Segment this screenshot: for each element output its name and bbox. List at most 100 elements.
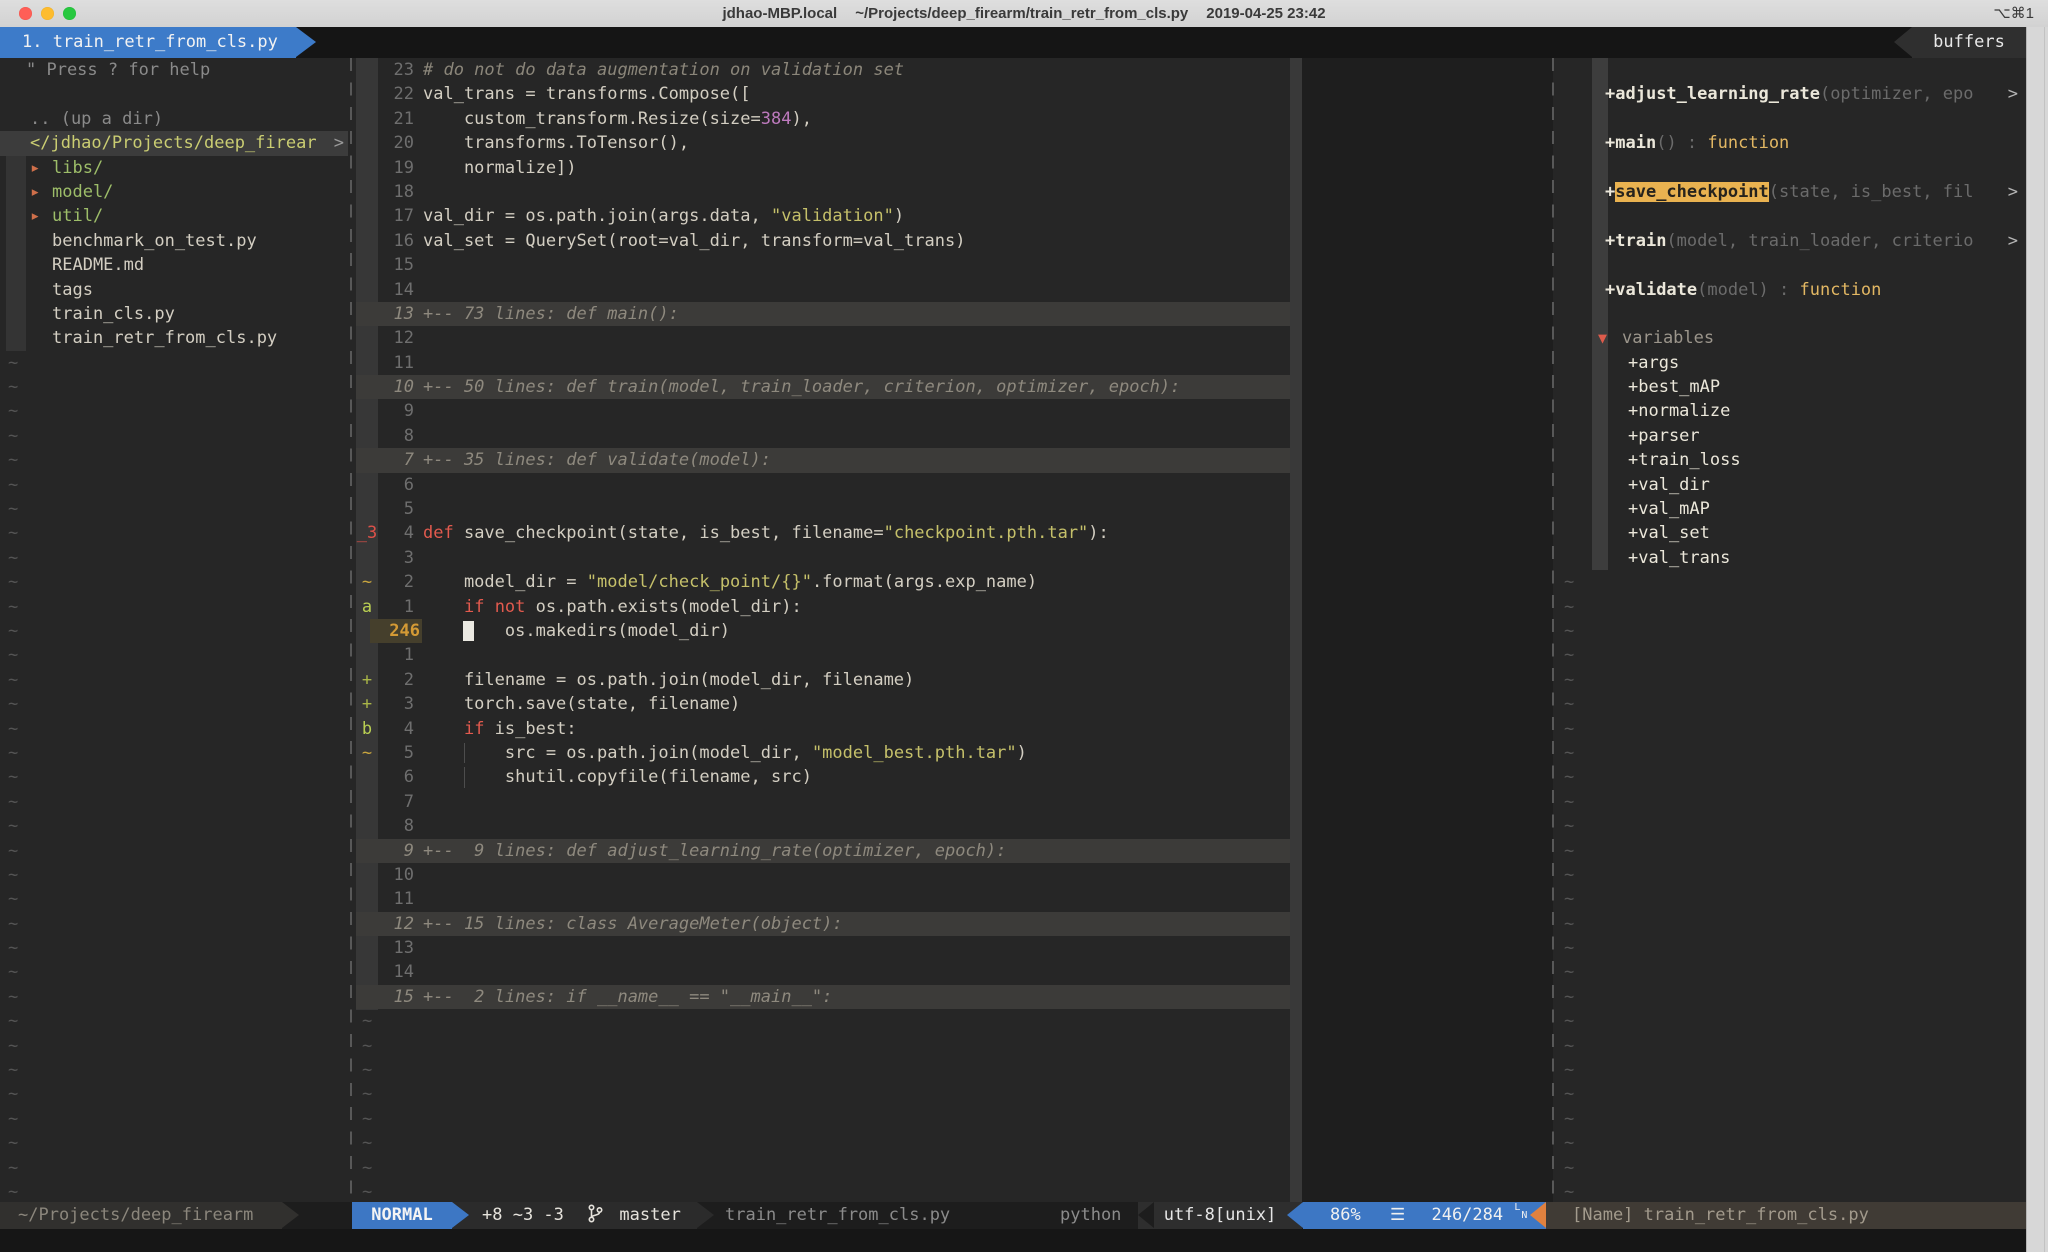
window-separator-left[interactable] — [350, 58, 352, 1203]
tree-root-path[interactable]: </jdhao/Projects/deep_firear> — [0, 131, 348, 155]
tag-variable-args[interactable]: +args — [1558, 351, 2026, 375]
command-line[interactable] — [0, 1229, 2048, 1252]
blank-line[interactable]: 10 — [356, 863, 1553, 887]
tag-function-train[interactable]: +train(model, train_loader, criterio> — [1558, 229, 2026, 253]
fold-line[interactable]: 15+-- 2 lines: if __name__ == "__main__"… — [356, 985, 1553, 1009]
tag-variable-normalize[interactable]: +normalize — [1558, 399, 2026, 423]
buffers-label: buffers — [1912, 27, 2026, 58]
blank-line[interactable]: 12 — [356, 326, 1553, 350]
blank-line[interactable]: 6 — [356, 473, 1553, 497]
blank-line[interactable]: 15 — [356, 253, 1553, 277]
encoding-indicator: utf-8[unix] — [1138, 1202, 1302, 1229]
dir-closed-arrow-icon: ▸ — [30, 180, 40, 204]
tree-file-train_retr_from_clspy[interactable]: train_retr_from_cls.py — [0, 326, 348, 350]
blank-line[interactable]: 9 — [356, 399, 1553, 423]
code-line[interactable]: 20 transforms.ToTensor(), — [356, 131, 1553, 155]
tree-file-train_clspy[interactable]: train_cls.py — [0, 302, 348, 326]
fold-line[interactable]: 12+-- 15 lines: class AverageMeter(objec… — [356, 912, 1553, 936]
window-separator-right[interactable] — [1552, 58, 1554, 1203]
blank-line[interactable]: 1 — [356, 643, 1553, 667]
line-number: 13 — [378, 936, 414, 960]
git-branch-name: master — [619, 1205, 680, 1225]
tagbar-section-label: variables — [1622, 326, 1714, 350]
scrollbar-track[interactable] — [2026, 27, 2048, 1252]
blank-line[interactable]: 14 — [356, 960, 1553, 984]
tree-dir-libs[interactable]: ▸libs/ — [0, 156, 348, 180]
dir-closed-arrow-icon: ▸ — [30, 204, 40, 228]
fold-line[interactable]: 13+-- 73 lines: def main(): — [356, 302, 1553, 326]
powerline-arrow — [452, 1202, 469, 1228]
tree-dir-label: model/ — [52, 180, 113, 204]
blank-line[interactable]: 18 — [356, 180, 1553, 204]
code-text: custom_transform.Resize(size=384), — [423, 107, 812, 131]
tree-empty-line: ~ — [0, 351, 348, 375]
code-line[interactable]: b4 if is_best: — [356, 717, 1553, 741]
code-line[interactable]: ~2 model_dir = "model/check_point/{}".fo… — [356, 570, 1553, 594]
tagbar-section-variables[interactable]: ▼variables — [1558, 326, 2026, 350]
blank-line[interactable]: 13 — [356, 936, 1553, 960]
tagbar-empty-line: ~ — [1558, 717, 2026, 741]
tree-up-a-dir[interactable]: .. (up a dir) — [0, 107, 348, 131]
tag-variable-val_dir[interactable]: +val_dir — [1558, 473, 2026, 497]
blank-line[interactable]: 11 — [356, 351, 1553, 375]
tag-signature: () — [1656, 133, 1676, 153]
clip-right-icon: > — [2008, 229, 2018, 253]
tag-function-adjust_learning_rate[interactable]: +adjust_learning_rate(optimizer, epo> — [1558, 82, 2026, 106]
tag-function-save_checkpoint[interactable]: +save_checkpoint(state, is_best, fil> — [1558, 180, 2026, 204]
line-number: 11 — [378, 887, 414, 911]
tree-file-benchmark_on_testpy[interactable]: benchmark_on_test.py — [0, 229, 348, 253]
code-line[interactable]: 17val_dir = os.path.join(args.data, "val… — [356, 204, 1553, 228]
tagbar-empty-line: ~ — [1558, 1082, 2026, 1106]
tab-train-retr-from-cls[interactable]: 1. train_retr_from_cls.py — [0, 27, 296, 58]
code-line[interactable]: a1 if not os.path.exists(model_dir): — [356, 595, 1553, 619]
blank-line[interactable]: 7 — [356, 790, 1553, 814]
tree-file-READMEmd[interactable]: README.md — [0, 253, 348, 277]
code-line[interactable]: 16val_set = QuerySet(root=val_dir, trans… — [356, 229, 1553, 253]
code-line[interactable]: _34def save_checkpoint(state, is_best, f… — [356, 521, 1553, 545]
fold-line[interactable]: 10+-- 50 lines: def train(model, train_l… — [356, 375, 1553, 399]
tree-empty-line: ~ — [0, 814, 348, 838]
scrollbar-line — [2044, 27, 2045, 1252]
code-line[interactable]: +2 filename = os.path.join(model_dir, fi… — [356, 668, 1553, 692]
code-line[interactable]: ~5 src = os.path.join(model_dir, "model_… — [356, 741, 1553, 765]
tag-variable-val_set[interactable]: +val_set — [1558, 521, 2026, 545]
blank-line[interactable]: 8 — [356, 814, 1553, 838]
code-line[interactable]: 22val_trans = transforms.Compose([ — [356, 82, 1553, 106]
code-line[interactable]: 6 shutil.copyfile(filename, src) — [356, 765, 1553, 789]
menu-bar: jdhao-MBP.local~/Projects/deep_firearm/t… — [0, 0, 2048, 28]
tree-file-tags[interactable]: tags — [0, 278, 348, 302]
tag-variable-val_trans[interactable]: +val_trans — [1558, 546, 2026, 570]
line-number: 10 — [378, 375, 414, 399]
tag-variable-best_mAP[interactable]: +best_mAP — [1558, 375, 2026, 399]
gutter-sign: _3 — [356, 521, 378, 545]
code-line[interactable]: 21 custom_transform.Resize(size=384), — [356, 107, 1553, 131]
fold-line[interactable]: 7+-- 35 lines: def validate(model): — [356, 448, 1553, 472]
code-line[interactable]: 19 normalize]) — [356, 156, 1553, 180]
fold-line-bg: 13+-- 73 lines: def main(): — [356, 302, 1290, 326]
blank-line[interactable]: 5 — [356, 497, 1553, 521]
tag-function-validate[interactable]: +validate(model) : function — [1558, 278, 2026, 302]
blank-line[interactable]: 14 — [356, 278, 1553, 302]
tag-variable-val_mAP[interactable]: +val_mAP — [1558, 497, 2026, 521]
tag-kind: function — [1707, 133, 1789, 153]
line-number: 7 — [378, 790, 414, 814]
tree-dir-util[interactable]: ▸util/ — [0, 204, 348, 228]
code-line[interactable]: 246 os.makedirs(model_dir) — [356, 619, 1553, 643]
fold-text: +-- 73 lines: def main(): — [423, 302, 679, 326]
tag-variable-train_loss[interactable]: +train_loss — [1558, 448, 2026, 472]
blank-line[interactable]: 8 — [356, 424, 1553, 448]
tree-dir-model[interactable]: ▸ model/ — [0, 180, 348, 204]
editor-empty-line: ~ — [356, 1180, 1553, 1203]
tag-variable-parser[interactable]: +parser — [1558, 424, 2026, 448]
powerline-arrow — [1530, 1202, 1546, 1228]
tag-signature: (model, train_loader, criterio — [1666, 231, 1973, 251]
tree-empty-line: ~ — [0, 1009, 348, 1033]
code-line[interactable]: 23# do not do data augmentation on valid… — [356, 58, 1553, 82]
tagbar-empty-line: ~ — [1558, 814, 2026, 838]
code-line[interactable]: +3 torch.save(state, filename) — [356, 692, 1553, 716]
tag-function-main[interactable]: +main() : function — [1558, 131, 2026, 155]
tagbar-sidebar: +adjust_learning_rate(optimizer, epo> +ma… — [1558, 58, 2026, 1203]
blank-line[interactable]: 11 — [356, 887, 1553, 911]
blank-line[interactable]: 3 — [356, 546, 1553, 570]
fold-line[interactable]: 9+-- 9 lines: def adjust_learning_rate(o… — [356, 839, 1553, 863]
